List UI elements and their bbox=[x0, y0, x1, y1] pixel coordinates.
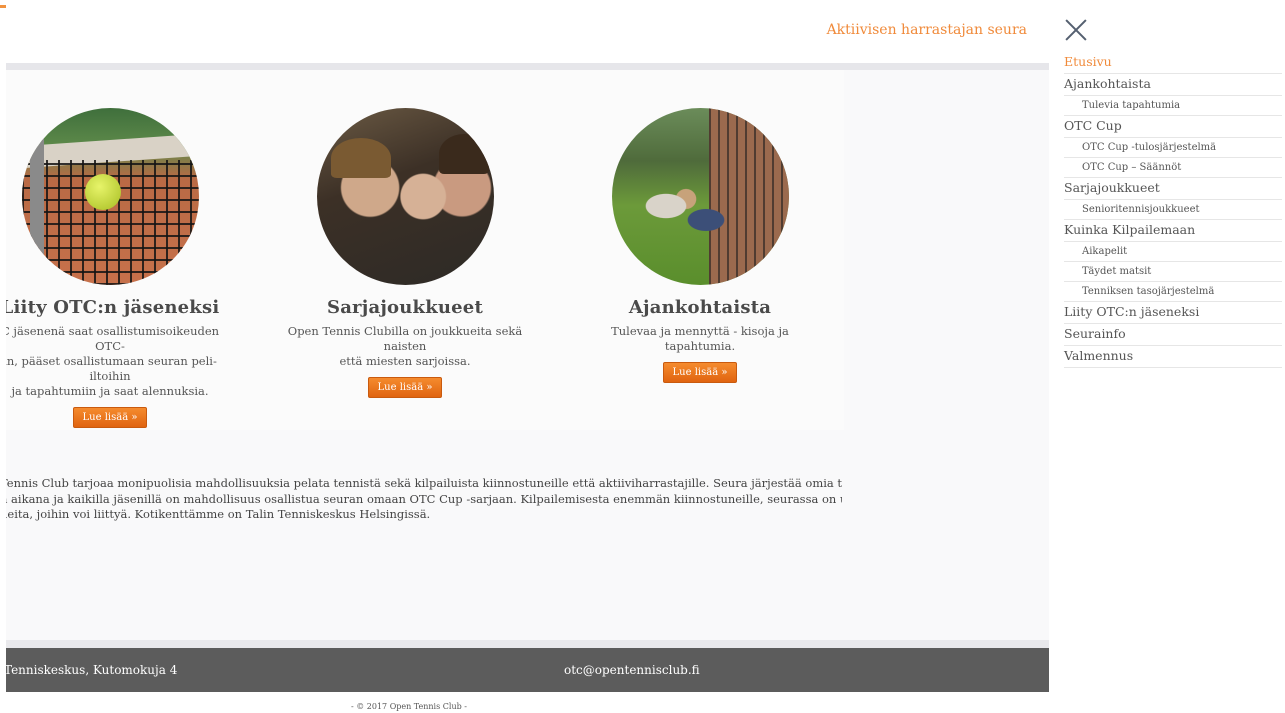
nav-subitem-tasojarjestelma[interactable]: Tenniksen tasojärjestelmä bbox=[1064, 282, 1282, 302]
card-title[interactable]: Sarjajoukkueet bbox=[275, 297, 535, 318]
footer: Tenniskeskus, Kutomokuja 4 otc@opentenni… bbox=[6, 648, 1049, 692]
footer-address: Tenniskeskus, Kutomokuja 4 bbox=[6, 663, 178, 677]
intro-line: ueita, joihin voi liittyä. Kotikenttämme… bbox=[6, 507, 431, 521]
nav-item-kuinka-kilpailemaan[interactable]: Kuinka Kilpailemaan bbox=[1064, 220, 1282, 242]
nav-item-etusivu[interactable]: Etusivu bbox=[1064, 52, 1282, 74]
nav-item-otc-cup[interactable]: OTC Cup bbox=[1064, 116, 1282, 138]
nav-menu: Etusivu Ajankohtaista Tulevia tapahtumia… bbox=[1064, 52, 1282, 368]
nav-subitem-tulevia-tapahtumia[interactable]: Tulevia tapahtumia bbox=[1064, 96, 1282, 116]
card-text: Tulevaa ja mennyttä - kisoja ja tapahtum… bbox=[611, 324, 789, 353]
read-more-button[interactable]: Lue lisää » bbox=[662, 362, 738, 383]
footer-divider bbox=[6, 640, 1049, 648]
card-title[interactable]: Ajankohtaista bbox=[570, 297, 830, 318]
nav-subitem-senioritennisjoukkueet[interactable]: Senioritennisjoukkueet bbox=[1064, 200, 1282, 220]
nav-subitem-aikapelit[interactable]: Aikapelit bbox=[1064, 242, 1282, 262]
content-area: Liity OTC:n jäseneksi C jäsenenä saat os… bbox=[6, 70, 1049, 640]
side-navigation: Etusivu Ajankohtaista Tulevia tapahtumia… bbox=[1060, 0, 1282, 713]
site-tagline: Aktiivisen harrastajan seura bbox=[826, 22, 1027, 38]
nav-item-liity[interactable]: Liity OTC:n jäseneksi bbox=[1064, 302, 1282, 324]
card-news: Ajankohtaista Tulevaa ja mennyttä - kiso… bbox=[570, 108, 830, 383]
intro-line: Tennis Club tarjoaa monipuolisia mahdoll… bbox=[6, 476, 842, 490]
footer-email-link[interactable]: otc@opentennisclub.fi bbox=[564, 663, 700, 677]
nav-subitem-tulosjarjestelma[interactable]: OTC Cup -tulosjärjestelmä bbox=[1064, 138, 1282, 158]
nav-item-ajankohtaista[interactable]: Ajankohtaista bbox=[1064, 74, 1282, 96]
card-text: Open Tennis Clubilla on joukkueita sekä … bbox=[287, 324, 523, 368]
main-page: Aktiivisen harrastajan seura Liity OTC:n… bbox=[6, 0, 1049, 713]
header-divider bbox=[6, 63, 1049, 70]
card-title[interactable]: Liity OTC:n jäseneksi bbox=[6, 297, 240, 318]
intro-paragraph: Tennis Club tarjoaa monipuolisia mahdoll… bbox=[6, 476, 842, 523]
close-icon[interactable] bbox=[1064, 18, 1088, 42]
card-teams: Sarjajoukkueet Open Tennis Clubilla on j… bbox=[275, 108, 535, 398]
team-selfie-photo[interactable] bbox=[316, 108, 494, 285]
nav-item-valmennus[interactable]: Valmennus bbox=[1064, 346, 1282, 368]
tennis-ball-net-photo[interactable] bbox=[21, 108, 199, 285]
feature-cards: Liity OTC:n jäseneksi C jäsenenä saat os… bbox=[6, 70, 844, 430]
intro-line: n aikana ja kaikilla jäsenillä on mahdol… bbox=[6, 491, 842, 506]
nav-item-seurainfo[interactable]: Seurainfo bbox=[1064, 324, 1282, 346]
nav-subitem-taydet-matsit[interactable]: Täydet matsit bbox=[1064, 262, 1282, 282]
nav-item-sarjajoukkueet[interactable]: Sarjajoukkueet bbox=[1064, 178, 1282, 200]
read-more-button[interactable]: Lue lisää » bbox=[367, 377, 443, 398]
card-membership: Liity OTC:n jäseneksi C jäsenenä saat os… bbox=[6, 108, 240, 428]
people-at-court-photo[interactable] bbox=[611, 108, 789, 285]
copyright: - © 2017 Open Tennis Club - bbox=[351, 702, 467, 711]
read-more-button[interactable]: Lue lisää » bbox=[72, 407, 148, 428]
nav-subitem-saannot[interactable]: OTC Cup – Säännöt bbox=[1064, 158, 1282, 178]
card-text: C jäsenenä saat osallistumisoikeuden OTC… bbox=[6, 324, 220, 398]
